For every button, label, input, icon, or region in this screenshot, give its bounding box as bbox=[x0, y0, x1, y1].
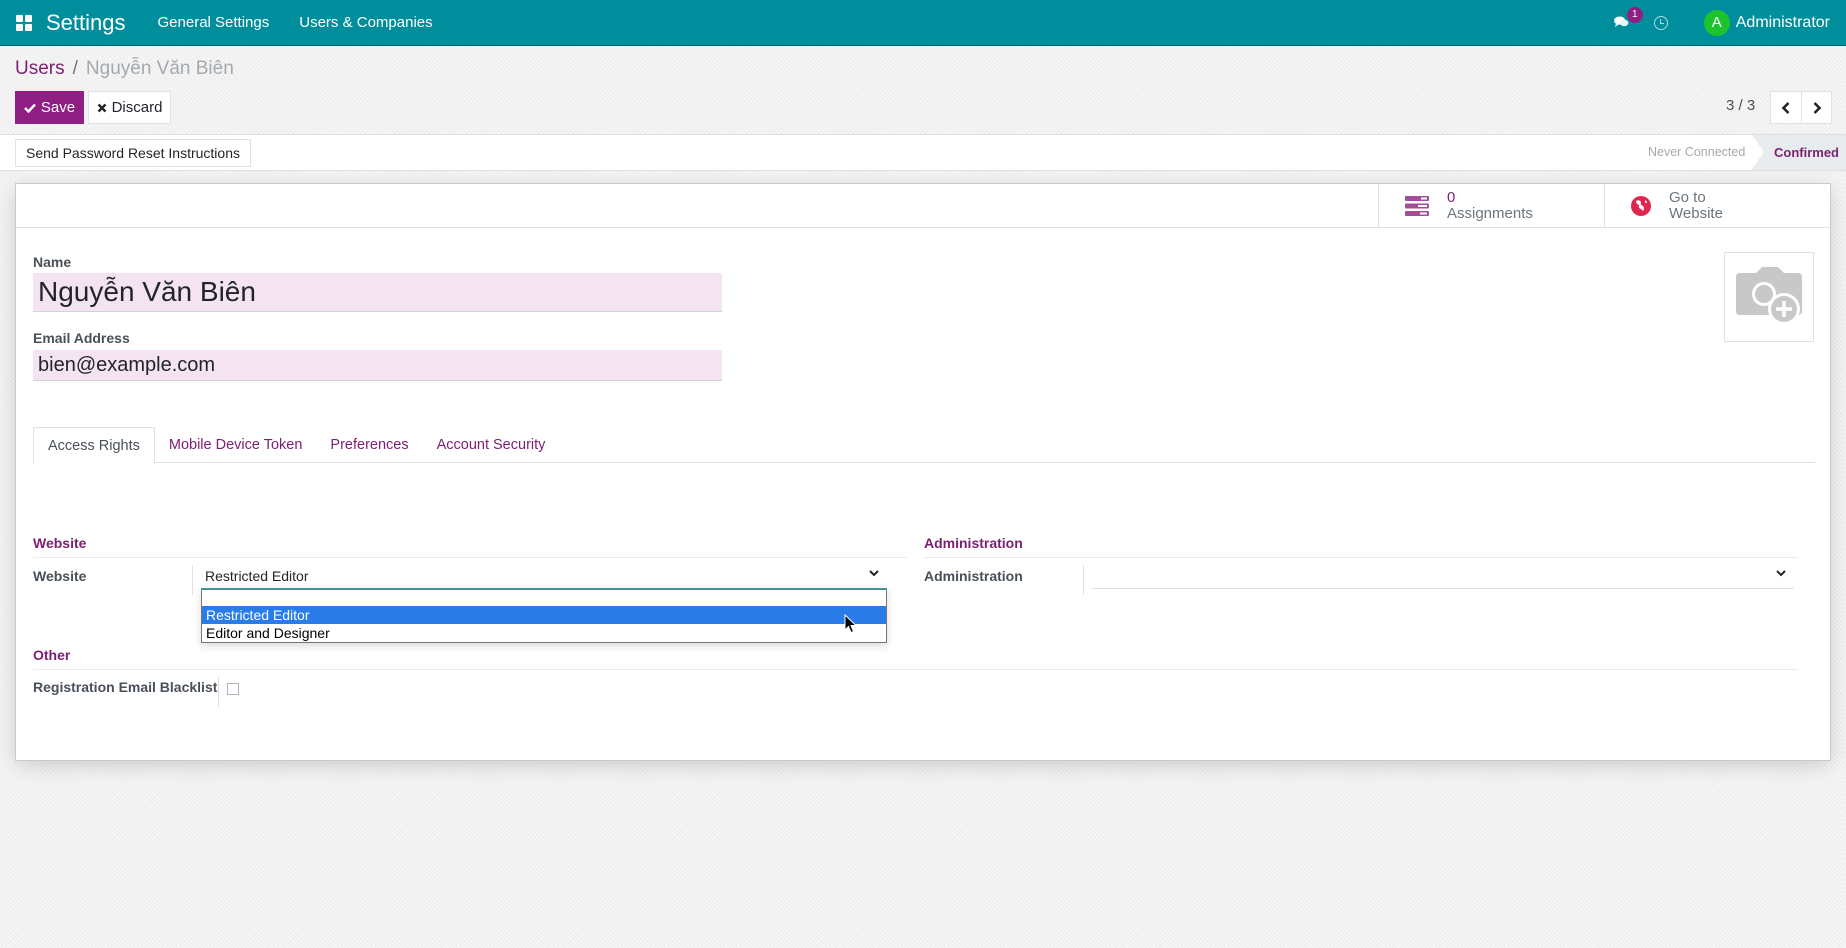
assignments-label: Assignments bbox=[1447, 204, 1533, 222]
apps-grid-icon[interactable] bbox=[16, 14, 32, 31]
chat-badge: 1 bbox=[1626, 7, 1643, 23]
top-navbar: Settings General Settings Users & Compan… bbox=[0, 0, 1846, 46]
check-icon bbox=[24, 103, 36, 113]
go-to-website-button[interactable]: Go to Website bbox=[1604, 184, 1830, 227]
dropdown-option-restricted-editor[interactable]: Restricted Editor bbox=[202, 606, 886, 624]
group-title-website: Website bbox=[33, 535, 907, 558]
stage-confirmed[interactable]: Confirmed bbox=[1752, 135, 1846, 170]
discard-label: Discard bbox=[111, 99, 163, 116]
chevron-down-icon bbox=[869, 570, 879, 577]
group-title-other: Other bbox=[33, 647, 1798, 670]
field-separator bbox=[192, 565, 193, 595]
globe-icon bbox=[1631, 195, 1651, 216]
website-access-dropdown: Restricted Editor Editor and Designer bbox=[201, 588, 887, 643]
send-password-reset-button[interactable]: Send Password Reset Instructions bbox=[15, 139, 251, 167]
assignments-count: 0 bbox=[1447, 188, 1456, 206]
user-avatar[interactable]: A bbox=[1703, 10, 1730, 36]
menu-general-settings[interactable]: General Settings bbox=[158, 14, 270, 31]
registration-email-blacklist-label: Registration Email Blacklist bbox=[33, 679, 218, 695]
tab-mobile-device-token[interactable]: Mobile Device Token bbox=[155, 427, 317, 463]
chevron-down-icon bbox=[1776, 570, 1786, 577]
user-photo-upload[interactable] bbox=[1724, 252, 1814, 342]
assignments-button[interactable]: 0 Assignments bbox=[1378, 184, 1604, 227]
group-title-administration: Administration bbox=[924, 535, 1798, 558]
pager-previous-button[interactable] bbox=[1771, 92, 1801, 123]
website-field-label: Website bbox=[33, 568, 87, 584]
email-label: Email Address bbox=[33, 330, 130, 346]
chevron-left-icon bbox=[1781, 101, 1790, 114]
field-separator bbox=[1083, 565, 1084, 595]
website-label-line2: Website bbox=[1669, 204, 1723, 222]
camera-add-icon bbox=[1736, 267, 1802, 325]
status-bar: Send Password Reset Instructions Never C… bbox=[0, 134, 1846, 171]
registration-email-blacklist-checkbox[interactable] bbox=[227, 683, 239, 695]
dropdown-option-editor-and-designer[interactable]: Editor and Designer bbox=[202, 624, 886, 642]
field-separator bbox=[218, 677, 219, 707]
button-box: 0 Assignments Go to Website bbox=[16, 184, 1830, 228]
chat-icon bbox=[1613, 16, 1629, 28]
website-label-line1: Go to bbox=[1669, 188, 1706, 206]
pager-next-button[interactable] bbox=[1801, 92, 1831, 123]
pager-value[interactable]: 3 / 3 bbox=[1726, 97, 1755, 114]
stage-confirmed-label: Confirmed bbox=[1774, 145, 1839, 160]
name-label: Name bbox=[33, 254, 72, 270]
name-input[interactable] bbox=[33, 273, 722, 312]
menu-users-companies[interactable]: Users & Companies bbox=[299, 14, 432, 31]
user-menu[interactable]: Administrator bbox=[1736, 14, 1830, 32]
pager-buttons bbox=[1770, 91, 1832, 124]
stage-never-connected[interactable]: Never Connected bbox=[1648, 145, 1745, 159]
dropdown-option-empty[interactable] bbox=[202, 590, 886, 606]
tasks-icon bbox=[1405, 195, 1429, 216]
administration-access-select[interactable] bbox=[1092, 563, 1794, 589]
tab-account-security[interactable]: Account Security bbox=[423, 427, 560, 463]
clock-icon[interactable] bbox=[1653, 16, 1668, 30]
breadcrumb: Users / Nguyễn Văn Biên bbox=[15, 58, 234, 80]
breadcrumb-current: Nguyễn Văn Biên bbox=[85, 58, 234, 79]
messaging-button[interactable]: 1 bbox=[1612, 7, 1643, 33]
website-access-value: Restricted Editor bbox=[205, 567, 309, 584]
app-title[interactable]: Settings bbox=[46, 10, 126, 36]
website-access-select[interactable]: Restricted Editor bbox=[201, 563, 887, 589]
notebook-tabs: Access Rights Mobile Device Token Prefer… bbox=[33, 427, 1815, 464]
administration-field-label: Administration bbox=[924, 568, 1023, 584]
close-icon bbox=[97, 103, 106, 112]
tab-preferences[interactable]: Preferences bbox=[316, 427, 422, 463]
save-label: Save bbox=[40, 99, 76, 116]
tab-access-rights[interactable]: Access Rights bbox=[33, 427, 155, 464]
chevron-right-icon bbox=[1813, 101, 1821, 114]
discard-button[interactable]: Discard bbox=[88, 91, 171, 124]
save-button[interactable]: Save bbox=[15, 91, 84, 124]
breadcrumb-separator: / bbox=[72, 58, 78, 79]
breadcrumb-users[interactable]: Users bbox=[15, 58, 65, 80]
form-sheet: 0 Assignments Go to Website Name Nguyễn … bbox=[15, 183, 1831, 761]
email-input[interactable] bbox=[33, 350, 722, 381]
